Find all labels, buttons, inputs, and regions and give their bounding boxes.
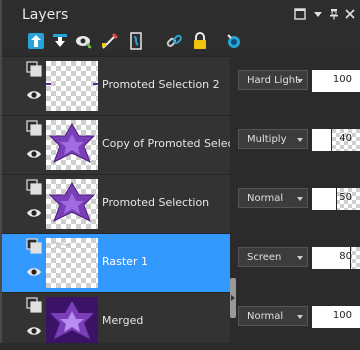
layer-thumbnail: [46, 61, 98, 111]
layer-name: Copy of Promoted Selection: [102, 137, 230, 150]
layer-group-icon[interactable]: [26, 61, 42, 77]
layer-group-icon[interactable]: [26, 179, 42, 195]
layer-properties-row: Hard Light 100: [236, 56, 360, 114]
visibility-eye-icon[interactable]: [26, 146, 42, 162]
layer-group-icon[interactable]: [26, 297, 42, 313]
layers-toolbar: [2, 28, 360, 54]
layer-row[interactable]: Raster 1: [2, 233, 230, 292]
link-icon[interactable]: [164, 31, 184, 51]
maximize-icon[interactable]: [294, 8, 306, 20]
blend-mode-select[interactable]: Multiply: [238, 129, 308, 149]
blend-mode-select[interactable]: Normal: [238, 306, 308, 326]
layer-properties-row: Screen 80: [236, 233, 360, 291]
opacity-value: 100: [332, 74, 352, 85]
layer-row[interactable]: Copy of Promoted Selection: [2, 115, 230, 174]
blend-mode-select[interactable]: Screen: [238, 247, 308, 267]
pin-icon[interactable]: [328, 8, 340, 20]
layer-name: Promoted Selection: [102, 196, 210, 209]
layer-properties-row: Normal 50: [236, 174, 360, 232]
blend-mode-select[interactable]: Normal: [238, 188, 308, 208]
new-vector-layer-icon[interactable]: [50, 31, 70, 51]
blend-mode-label: Normal: [247, 193, 284, 204]
layer-thumbnail: [46, 297, 98, 343]
opacity-slider[interactable]: 40: [312, 129, 360, 151]
layer-properties-row: Normal 100: [236, 292, 360, 350]
close-icon[interactable]: [344, 8, 356, 20]
dropdown-icon[interactable]: [312, 8, 324, 20]
layers-list: Promoted Selection 2 Copy of Promoted Sel…: [2, 56, 230, 343]
visibility-eye-icon[interactable]: [26, 323, 42, 339]
chevron-down-icon: [297, 315, 303, 319]
layer-row[interactable]: Merged: [2, 292, 230, 343]
blend-mode-label: Hard Light: [247, 75, 300, 86]
blend-mode-label: Normal: [247, 311, 284, 322]
opacity-slider[interactable]: 80: [312, 247, 360, 269]
layer-row[interactable]: Promoted Selection 2: [2, 56, 230, 115]
layer-name: Promoted Selection 2: [102, 78, 220, 91]
layer-name: Raster 1: [102, 255, 148, 268]
opacity-marker: [331, 129, 333, 151]
opacity-marker: [336, 188, 337, 210]
opacity-value: 100: [332, 310, 352, 321]
layer-group-icon[interactable]: [26, 120, 42, 136]
opacity-value: 80: [339, 251, 352, 262]
visibility-eye-icon[interactable]: [26, 87, 42, 103]
layer-row[interactable]: Promoted Selection: [2, 174, 230, 233]
new-mask-layer-icon[interactable]: [74, 31, 94, 51]
layers-panel: Layers Promoted Selection 2 Copy of Prom…: [0, 0, 360, 343]
show-hide-icon[interactable]: [224, 31, 244, 51]
layer-thumbnail: [46, 238, 98, 288]
layer-thumbnail: [46, 179, 98, 229]
opacity-fill: [312, 188, 336, 210]
opacity-value: 40: [339, 133, 352, 144]
opacity-slider[interactable]: 100: [312, 70, 360, 92]
layer-properties-column: Hard Light 100 Multiply 40 Normal 50 Screen 80 N…: [236, 56, 360, 343]
layer-name: Merged: [102, 314, 144, 327]
layer-thumbnail: [46, 120, 98, 170]
blend-mode-label: Multiply: [247, 134, 287, 145]
chevron-down-icon: [297, 79, 303, 83]
blend-mode-select[interactable]: Hard Light: [238, 70, 308, 90]
blend-mode-label: Screen: [247, 252, 282, 263]
title-bar: Layers: [2, 0, 360, 30]
opacity-value: 50: [339, 192, 352, 203]
new-adjustment-layer-icon[interactable]: [126, 31, 146, 51]
chevron-down-icon: [297, 256, 303, 260]
chevron-down-icon: [297, 197, 303, 201]
chevron-down-icon: [297, 138, 303, 142]
opacity-slider[interactable]: 50: [312, 188, 360, 210]
lock-icon[interactable]: [190, 31, 210, 51]
layer-group-icon[interactable]: [26, 238, 42, 254]
layer-properties-row: Multiply 40: [236, 115, 360, 173]
edit-selection-icon[interactable]: [100, 31, 120, 51]
opacity-fill: [312, 129, 332, 151]
visibility-eye-icon[interactable]: [26, 264, 42, 280]
new-raster-layer-icon[interactable]: [26, 31, 46, 51]
visibility-eye-icon[interactable]: [26, 205, 42, 221]
opacity-slider[interactable]: 100: [312, 306, 360, 328]
panel-title: Layers: [22, 7, 69, 23]
